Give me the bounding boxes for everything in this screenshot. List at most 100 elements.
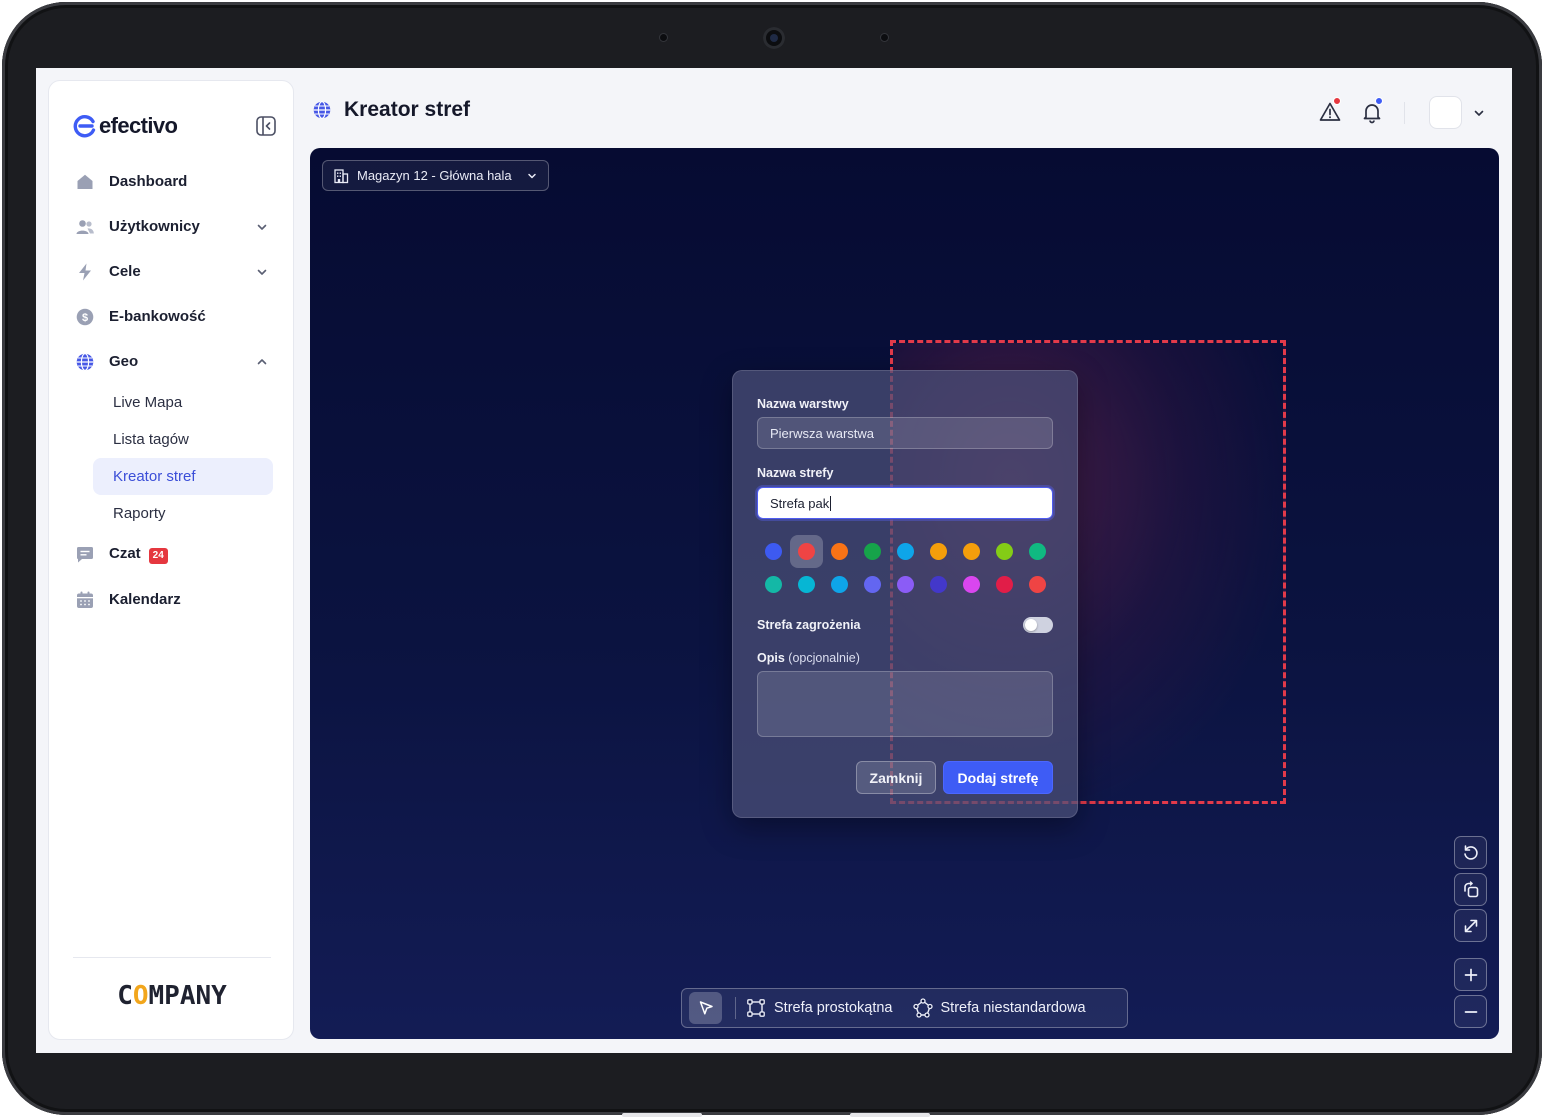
zone-canvas[interactable]: Magazyn 12 - Główna hala Nazwa warstwy P… — [310, 148, 1499, 1039]
color-swatch[interactable] — [988, 568, 1021, 601]
alert-indicator-dot — [1333, 97, 1341, 105]
toolbar-divider — [735, 997, 736, 1019]
sidebar: efectivo Dashboard Użytkownicy Cele $ E-… — [48, 80, 294, 1040]
sidebar-subitem-live-map[interactable]: Live Mapa — [93, 384, 273, 421]
color-swatch[interactable] — [757, 568, 790, 601]
home-icon — [77, 174, 93, 189]
rectangle-select-icon — [747, 999, 765, 1017]
sensor — [660, 34, 667, 41]
zone-name-input[interactable]: Strefa pak — [757, 487, 1053, 519]
notifications-button[interactable] — [1360, 97, 1384, 124]
sidebar-subitem-reports[interactable]: Raporty — [93, 495, 273, 532]
select-tool-button[interactable] — [689, 992, 722, 1024]
calendar-icon — [77, 591, 93, 608]
color-swatch[interactable] — [1021, 535, 1054, 568]
chevron-up-icon — [257, 358, 267, 364]
color-swatch[interactable] — [823, 535, 856, 568]
sidebar-item-dashboard[interactable]: Dashboard — [65, 159, 279, 204]
collapse-sidebar-icon[interactable] — [255, 115, 277, 137]
rotate-square-icon — [1463, 880, 1478, 897]
users-icon — [76, 219, 94, 234]
sidebar-item-goals[interactable]: Cele — [65, 249, 279, 294]
svg-text:$: $ — [82, 312, 88, 324]
color-swatch-dot — [930, 576, 947, 593]
sidebar-item-ebanking[interactable]: $ E-bankowość — [65, 294, 279, 339]
sidebar-item-label: Cele — [109, 263, 141, 280]
sidebar-item-chat[interactable]: Czat 24 — [65, 532, 279, 577]
sensor — [881, 34, 888, 41]
color-swatch[interactable] — [955, 568, 988, 601]
avatar[interactable] — [1429, 96, 1462, 129]
layer-name-input[interactable]: Pierwsza warstwa — [757, 417, 1053, 449]
efectivo-logo-icon — [73, 115, 96, 138]
device-button — [850, 1113, 930, 1117]
color-swatch-dot — [930, 543, 947, 560]
sidebar-item-geo[interactable]: Geo — [65, 339, 279, 384]
alerts-button[interactable] — [1318, 97, 1342, 124]
color-swatch-dot — [864, 543, 881, 560]
layer-name-label: Nazwa warstwy — [757, 397, 849, 411]
reset-rotation-button[interactable] — [1454, 836, 1487, 869]
color-swatch[interactable] — [988, 535, 1021, 568]
color-swatch-dot — [897, 576, 914, 593]
zone-name-value: Strefa pak — [770, 495, 830, 511]
color-swatch-dot — [831, 576, 848, 593]
sidebar-item-calendar[interactable]: Kalendarz — [65, 577, 279, 622]
add-zone-button[interactable]: Dodaj strefę — [943, 761, 1053, 794]
building-icon — [334, 168, 349, 183]
company-logo: COMPANY — [49, 981, 295, 1011]
sidebar-item-label: E-bankowość — [109, 308, 206, 325]
zoom-out-button[interactable] — [1454, 995, 1487, 1028]
main-nav: Dashboard Użytkownicy Cele $ E-bankowość — [65, 159, 279, 622]
rotate-button[interactable] — [1454, 873, 1487, 906]
color-swatch[interactable] — [757, 535, 790, 568]
color-swatch[interactable] — [790, 535, 823, 568]
color-swatch-dot — [1029, 543, 1046, 560]
expand-icon — [1464, 919, 1477, 932]
bolt-icon — [79, 263, 91, 280]
color-swatch[interactable] — [790, 568, 823, 601]
chevron-down-icon[interactable] — [1472, 106, 1486, 120]
rectangle-zone-tool[interactable]: Strefa prostokątna — [746, 998, 901, 1018]
description-label: Opis (opcjonalnie) — [757, 651, 860, 665]
chevron-down-icon — [528, 173, 536, 178]
color-swatch-dot — [831, 543, 848, 560]
color-row — [757, 535, 1057, 568]
text-caret — [830, 495, 832, 511]
brand-logo[interactable]: efectivo — [73, 113, 178, 139]
warehouse-select[interactable]: Magazyn 12 - Główna hala — [322, 160, 549, 191]
color-swatch[interactable] — [922, 535, 955, 568]
page-title: Kreator stref — [344, 98, 471, 121]
custom-zone-tool[interactable]: Strefa niestandardowa — [912, 998, 1094, 1018]
custom-zone-label: Strefa niestandardowa — [940, 1000, 1086, 1016]
color-swatch[interactable] — [856, 568, 889, 601]
sidebar-item-users[interactable]: Użytkownicy — [65, 204, 279, 249]
color-swatch[interactable] — [889, 568, 922, 601]
chat-label: Czat — [109, 545, 141, 562]
color-swatch[interactable] — [1021, 568, 1054, 601]
color-swatch[interactable] — [823, 568, 856, 601]
sidebar-subitem-zone-creator[interactable]: Kreator stref — [93, 458, 273, 495]
warehouse-select-value: Magazyn 12 - Główna hala — [357, 168, 512, 183]
zoom-in-button[interactable] — [1454, 958, 1487, 991]
header-divider — [1404, 102, 1405, 124]
description-textarea[interactable] — [757, 671, 1053, 737]
color-swatch[interactable] — [922, 568, 955, 601]
divider — [73, 957, 271, 958]
chevron-down-icon — [257, 269, 267, 275]
brand-name: efectivo — [99, 113, 178, 138]
danger-zone-toggle[interactable] — [1023, 617, 1053, 633]
fullscreen-button[interactable] — [1454, 909, 1487, 942]
color-swatch[interactable] — [856, 535, 889, 568]
color-swatch[interactable] — [955, 535, 988, 568]
color-swatch-dot — [765, 543, 782, 560]
color-swatch[interactable] — [889, 535, 922, 568]
layer-name-value: Pierwsza warstwa — [770, 425, 875, 441]
close-button[interactable]: Zamknij — [856, 761, 936, 794]
color-row — [757, 568, 1057, 601]
color-swatch-dot — [765, 576, 782, 593]
color-swatch-dot — [996, 576, 1013, 593]
page-header: Kreator stref — [312, 98, 470, 122]
sidebar-subitem-tag-list[interactable]: Lista tagów — [93, 421, 273, 458]
dollar-coin-icon: $ — [76, 308, 94, 325]
